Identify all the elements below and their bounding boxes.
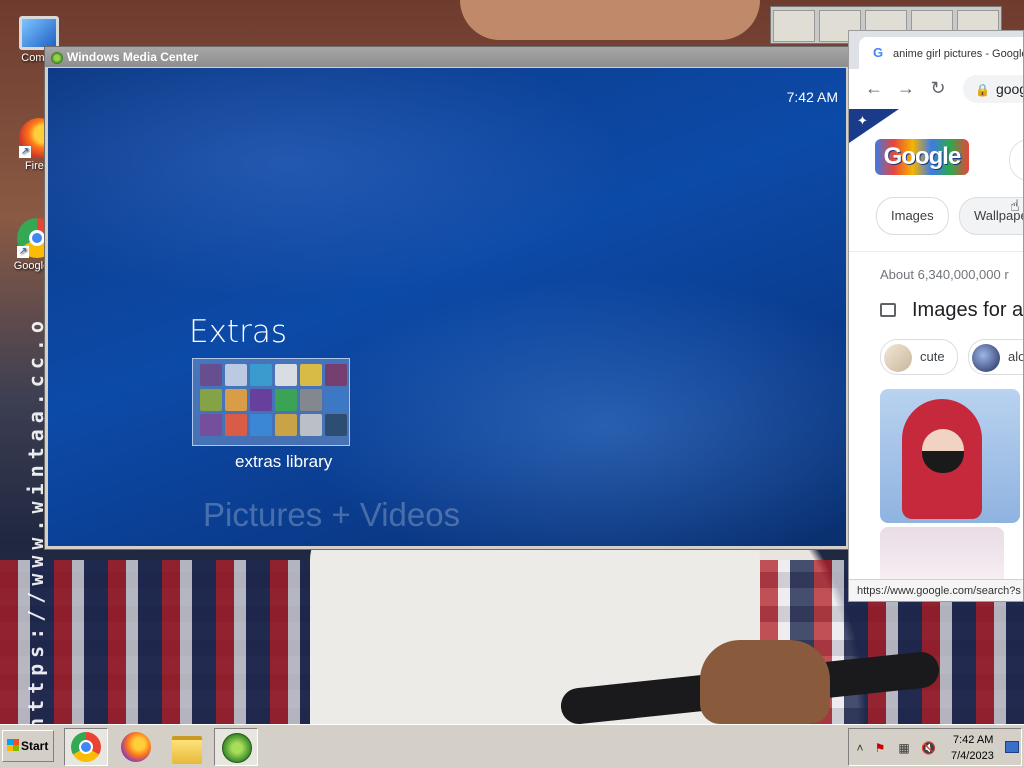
google-results-page: ✦ Google Images Wallpaper About 6,340,00… [849,109,1023,579]
computer-icon [19,16,59,50]
lock-icon: 🔒 [975,83,990,97]
extras-app-grid [200,364,347,436]
media-center-titlebar[interactable]: Windows Media Center [45,47,849,67]
firefox-icon [121,732,151,762]
chrome-window[interactable]: Ganime girl pictures - Google ← → ↻ 🔒 goo… [848,30,1024,602]
shortcut-arrow-icon: ↗ [19,146,31,158]
forward-icon[interactable]: → [895,77,917,99]
images-heading[interactable]: Images for a [912,299,1023,322]
taskbar-clock-time[interactable]: 7:42 AM [953,734,993,746]
status-bar-url: https://www.google.com/search?s [849,579,1023,601]
suggestion-label: alo [1008,349,1024,364]
taskbar-clock-date[interactable]: 7/4/2023 [951,750,994,762]
chrome-tabbar: Ganime girl pictures - Google [849,31,1023,69]
chrome-icon [71,732,101,762]
image-icon [880,303,896,317]
window-title: Windows Media Center [67,50,199,64]
wallpaper-hand [700,640,830,724]
chrome-tab[interactable]: Ganime girl pictures - Google [859,37,1024,69]
media-center-icon [222,733,252,763]
address-bar[interactable]: 🔒 google.com [963,75,1023,103]
show-hidden-icons-arrow-icon[interactable]: ˄ [853,741,867,755]
action-center-flag-icon[interactable]: ⚑ [873,741,887,755]
taskbar-explorer-button[interactable] [164,728,208,766]
shortcut-arrow-icon: ↗ [17,246,29,258]
start-label: Start [21,739,49,753]
folder-icon [172,736,202,764]
suggestion-thumbnail [972,343,1000,372]
address-text: google.com [995,81,1023,97]
network-icon[interactable]: ▦ [897,741,911,755]
show-desktop-icon[interactable] [1005,741,1019,753]
divider [849,251,1023,252]
taskbar-firefox-button[interactable] [114,728,158,766]
media-center-window[interactable]: Windows Media Center 7:42 AM Extras extr… [44,46,850,550]
taskbar: Start ˄ ⚑ ▦ 🔇 7:42 AM 7/4/2023 [0,724,1024,768]
search-input[interactable] [1009,139,1023,181]
tab-title: anime girl pictures - Google [893,48,1024,60]
media-center-content[interactable]: 7:42 AM Extras extras library Pictures +… [48,68,846,546]
menu-section-pictures-videos[interactable]: Pictures + Videos [203,496,460,534]
image-result[interactable] [880,527,1004,579]
start-button[interactable]: Start [2,730,54,762]
extras-library-tile[interactable] [192,358,350,446]
media-center-clock: 7:42 AM [786,89,838,105]
result-stats: About 6,340,000,000 r [880,267,1009,282]
suggestion-thumbnail [884,343,912,372]
system-tray: ˄ ⚑ ▦ 🔇 7:42 AM 7/4/2023 [848,728,1022,766]
hand-cursor-icon: ☝ [1010,196,1020,215]
taskbar-chrome-button[interactable] [64,728,108,766]
google-favicon-icon: G [873,45,884,60]
suggestion-pill-alo[interactable]: alo [968,339,1024,375]
extras-library-label: extras library [235,452,333,471]
media-center-icon [51,51,63,64]
volume-muted-icon[interactable]: 🔇 [921,741,936,755]
menu-section-extras[interactable]: Extras [189,314,287,350]
taskbar-media-center-button[interactable] [214,728,258,766]
filter-chip-images[interactable]: Images [876,197,949,235]
suggestion-label: cute [920,349,945,364]
suggestion-pill-cute[interactable]: cute [880,339,958,375]
google-doodle-logo[interactable]: Google [875,139,969,175]
chrome-toolbar: ← → ↻ 🔒 google.com [849,69,1023,110]
wallpaper-face [460,0,760,40]
sparkle-icon: ✦ [857,113,868,128]
back-icon[interactable]: ← [863,77,885,99]
image-result[interactable] [880,389,1020,523]
windows-flag-icon [7,739,19,751]
reload-icon[interactable]: ↻ [927,77,949,99]
